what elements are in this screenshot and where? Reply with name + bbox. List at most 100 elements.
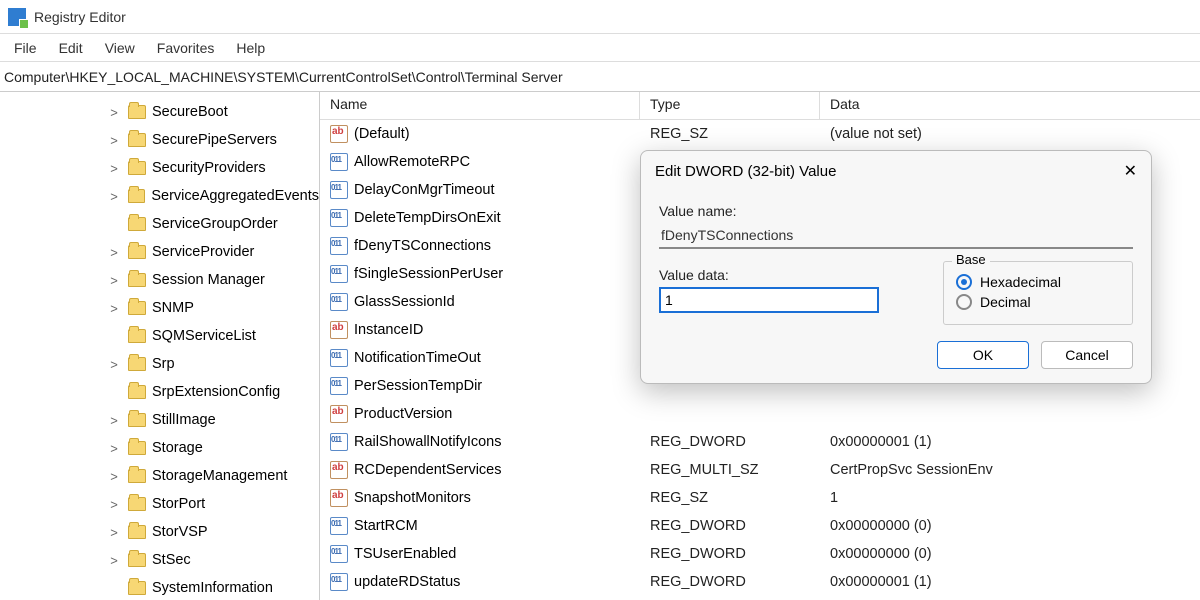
- value-type: REG_DWORD: [640, 518, 820, 534]
- chevron-right-icon[interactable]: >: [108, 133, 120, 148]
- chevron-right-icon[interactable]: >: [108, 301, 120, 316]
- binary-value-icon: [330, 545, 348, 563]
- value-name: PerSessionTempDir: [354, 378, 482, 394]
- chevron-right-icon[interactable]: >: [108, 469, 120, 484]
- value-row[interactable]: StartRCMREG_DWORD0x00000000 (0): [320, 512, 1200, 540]
- tree-item-label: SNMP: [152, 300, 194, 316]
- value-row[interactable]: updateRDStatusREG_DWORD0x00000001 (1): [320, 568, 1200, 596]
- chevron-right-icon[interactable]: >: [108, 553, 120, 568]
- value-name: ProductVersion: [354, 406, 452, 422]
- value-name: NotificationTimeOut: [354, 350, 481, 366]
- tree-item[interactable]: >StSec: [0, 546, 319, 574]
- value-data: 1: [820, 490, 1200, 506]
- folder-icon: [128, 357, 146, 371]
- folder-icon: [128, 385, 146, 399]
- folder-icon: [128, 161, 146, 175]
- value-row[interactable]: TSUserEnabledREG_DWORD0x00000000 (0): [320, 540, 1200, 568]
- ok-button[interactable]: OK: [937, 341, 1029, 369]
- value-row[interactable]: RCDependentServicesREG_MULTI_SZCertPropS…: [320, 456, 1200, 484]
- column-headers: Name Type Data: [320, 92, 1200, 120]
- value-data: CertPropSvc SessionEnv: [820, 462, 1200, 478]
- value-type: REG_DWORD: [640, 574, 820, 590]
- binary-value-icon: [330, 293, 348, 311]
- value-name: TSUserEnabled: [354, 546, 456, 562]
- tree-item-label: ServiceProvider: [152, 244, 254, 260]
- tree-item-label: SecureBoot: [152, 104, 228, 120]
- value-row[interactable]: SnapshotMonitorsREG_SZ1: [320, 484, 1200, 512]
- string-value-icon: [330, 489, 348, 507]
- tree-item[interactable]: > StorPort: [0, 490, 319, 518]
- binary-value-icon: [330, 181, 348, 199]
- tree-item-label: StillImage: [152, 412, 216, 428]
- column-type[interactable]: Type: [640, 92, 820, 119]
- tree-item[interactable]: >ServiceGroupOrder: [0, 210, 319, 238]
- menu-edit[interactable]: Edit: [59, 40, 83, 56]
- string-value-icon: [330, 461, 348, 479]
- radio-hexadecimal[interactable]: Hexadecimal: [956, 274, 1120, 290]
- binary-value-icon: [330, 209, 348, 227]
- menu-view[interactable]: View: [105, 40, 135, 56]
- tree-item[interactable]: > SecureBoot: [0, 98, 319, 126]
- folder-icon: [128, 189, 145, 203]
- tree-item[interactable]: > SNMP: [0, 294, 319, 322]
- tree-item-label: StorPort: [152, 496, 205, 512]
- folder-icon: [128, 217, 146, 231]
- tree-item[interactable]: >SrpExtensionConfig: [0, 378, 319, 406]
- binary-value-icon: [330, 349, 348, 367]
- tree-item[interactable]: > ServiceProvider: [0, 238, 319, 266]
- chevron-right-icon[interactable]: >: [108, 525, 120, 540]
- tree-item[interactable]: >Srp: [0, 350, 319, 378]
- tree-item[interactable]: > StorVSP: [0, 518, 319, 546]
- value-data-input[interactable]: [659, 287, 879, 313]
- binary-value-icon: [330, 433, 348, 451]
- radio-decimal[interactable]: Decimal: [956, 294, 1120, 310]
- chevron-right-icon[interactable]: >: [108, 357, 120, 372]
- folder-icon: [128, 273, 146, 287]
- base-group: Base Hexadecimal Decimal: [943, 261, 1133, 325]
- chevron-right-icon[interactable]: >: [108, 189, 120, 204]
- chevron-right-icon[interactable]: >: [108, 245, 120, 260]
- chevron-right-icon[interactable]: >: [108, 273, 120, 288]
- tree-item-label: SecurityProviders: [152, 160, 266, 176]
- chevron-right-icon[interactable]: >: [108, 497, 120, 512]
- tree-item[interactable]: >ServiceAggregatedEvents: [0, 182, 319, 210]
- value-row[interactable]: RailShowallNotifyIconsREG_DWORD0x0000000…: [320, 428, 1200, 456]
- cancel-button[interactable]: Cancel: [1041, 341, 1133, 369]
- tree-item[interactable]: >SQMServiceList: [0, 322, 319, 350]
- tree-item-label: SQMServiceList: [152, 328, 256, 344]
- column-data[interactable]: Data: [820, 92, 1200, 119]
- tree-item[interactable]: > StillImage: [0, 406, 319, 434]
- value-row[interactable]: ProductVersion: [320, 400, 1200, 428]
- binary-value-icon: [330, 265, 348, 283]
- address-bar[interactable]: Computer\HKEY_LOCAL_MACHINE\SYSTEM\Curre…: [0, 62, 1200, 92]
- tree-item-label: StorVSP: [152, 524, 208, 540]
- folder-icon: [128, 245, 146, 259]
- menu-favorites[interactable]: Favorites: [157, 40, 215, 56]
- tree-item[interactable]: >SecurePipeServers: [0, 126, 319, 154]
- string-value-icon: [330, 125, 348, 143]
- radio-icon: [956, 274, 972, 290]
- chevron-right-icon[interactable]: >: [108, 105, 120, 120]
- tree-item[interactable]: >Storage: [0, 434, 319, 462]
- edit-dword-dialog: Edit DWORD (32-bit) Value ✕ Value name: …: [640, 150, 1152, 384]
- menu-help[interactable]: Help: [236, 40, 265, 56]
- chevron-right-icon[interactable]: >: [108, 161, 120, 176]
- registry-tree[interactable]: >SecureBoot>SecurePipeServers>SecurityPr…: [0, 92, 320, 600]
- string-value-icon: [330, 405, 348, 423]
- value-name: RCDependentServices: [354, 462, 502, 478]
- tree-item[interactable]: >StorageManagement: [0, 462, 319, 490]
- chevron-right-icon[interactable]: >: [108, 413, 120, 428]
- address-text: Computer\HKEY_LOCAL_MACHINE\SYSTEM\Curre…: [4, 69, 563, 85]
- menu-file[interactable]: File: [14, 40, 37, 56]
- tree-item[interactable]: >SystemInformation: [0, 574, 319, 600]
- tree-item-label: ServiceGroupOrder: [152, 216, 278, 232]
- tree-item[interactable]: >Session Manager: [0, 266, 319, 294]
- folder-icon: [128, 133, 146, 147]
- chevron-right-icon[interactable]: >: [108, 441, 120, 456]
- tree-item-label: SystemInformation: [152, 580, 273, 596]
- column-name[interactable]: Name: [320, 92, 640, 119]
- binary-value-icon: [330, 517, 348, 535]
- close-icon[interactable]: ✕: [1124, 161, 1137, 181]
- tree-item[interactable]: > SecurityProviders: [0, 154, 319, 182]
- value-row[interactable]: (Default)REG_SZ(value not set): [320, 120, 1200, 148]
